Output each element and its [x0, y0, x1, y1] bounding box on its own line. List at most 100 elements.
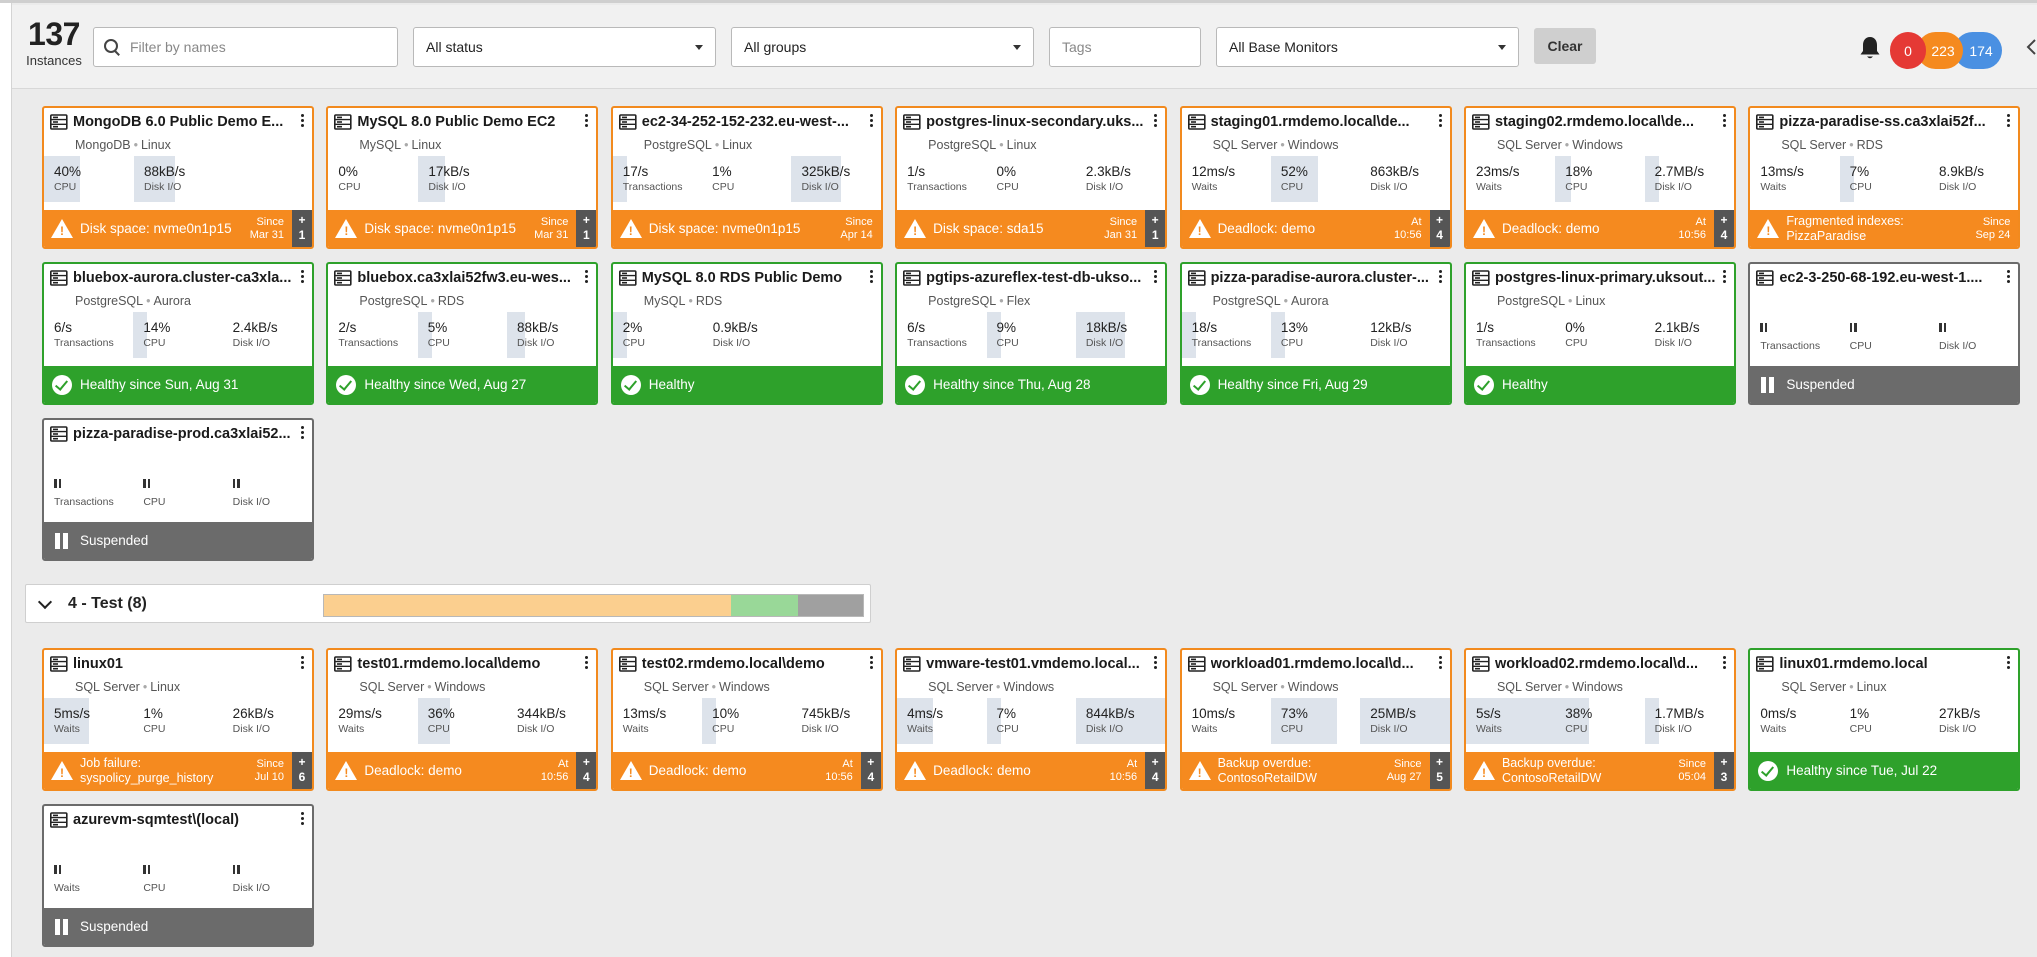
more-options-icon[interactable]	[1438, 114, 1443, 128]
instance-name[interactable]: staging02.rmdemo.local\de...	[1495, 114, 1694, 130]
status-bar[interactable]: Healthy since Thu, Aug 28	[897, 366, 1166, 403]
status-bar[interactable]: ! Disk space: nvme0n1p15 Since Mar 31 +1	[44, 210, 312, 247]
status-bar[interactable]: ! Job failure: syspolicy_purge_history Sinc…	[44, 752, 312, 789]
instance-name[interactable]: linux01	[73, 656, 123, 672]
more-options-icon[interactable]	[2007, 656, 2011, 670]
more-options-icon[interactable]	[1722, 656, 1727, 670]
more-options-icon[interactable]	[2007, 114, 2011, 128]
more-alerts-button[interactable]: +4	[1429, 210, 1450, 247]
instance-card[interactable]: workload01.rmdemo.local\d... SQL Server • W…	[1179, 648, 1452, 791]
instance-card[interactable]: pgtips-azureflex-test-db-ukso... PostgreS…	[895, 262, 1168, 405]
status-bar[interactable]: ! Deadlock: demo At 10:56 +4	[1465, 210, 1734, 247]
more-options-icon[interactable]	[1722, 270, 1727, 284]
instance-name[interactable]: vmware-test01.vmdemo.local...	[926, 656, 1140, 672]
instance-name[interactable]: test02.rmdemo.local\demo	[642, 656, 825, 672]
status-bar[interactable]: ! Disk space: nvme0n1p15 Since Apr 14	[612, 210, 881, 247]
instance-name[interactable]: pizza-paradise-prod.ca3xlai52...	[73, 426, 291, 442]
more-options-icon[interactable]	[869, 656, 874, 670]
status-bar[interactable]: Healthy since Sun, Aug 31	[44, 366, 312, 403]
instance-card[interactable]: linux01.rmdemo.local SQL Server • Linux 0ms/…	[1748, 648, 2021, 791]
clear-button[interactable]: Clear	[1534, 28, 1596, 64]
more-options-icon[interactable]	[301, 812, 305, 826]
status-bar[interactable]: Healthy	[1465, 366, 1734, 403]
more-alerts-button[interactable]: +4	[1145, 752, 1166, 789]
more-options-icon[interactable]	[869, 270, 874, 284]
tags-input[interactable]: Tags	[1049, 27, 1201, 67]
more-alerts-button[interactable]: +5	[1429, 752, 1450, 789]
instance-card[interactable]: MySQL 8.0 Public Demo EC2 MySQL • Linux 0% CP…	[326, 106, 599, 249]
more-options-icon[interactable]	[585, 114, 589, 128]
instance-name[interactable]: MongoDB 6.0 Public Demo E...	[73, 114, 283, 130]
instance-card[interactable]: pizza-paradise-ss.ca3xlai52f... SQL Serve…	[1748, 106, 2021, 249]
bell-icon[interactable]	[1858, 35, 1882, 61]
groups-select[interactable]: All groups	[731, 27, 1034, 67]
instance-card[interactable]: test01.rmdemo.local\demo SQL Server • Windo…	[326, 648, 599, 791]
instance-card[interactable]: pizza-paradise-aurora.cluster-... Postgre…	[1179, 262, 1452, 405]
status-bar[interactable]: Suspended	[1750, 366, 2019, 403]
status-bar[interactable]: ! Deadlock: demo At 10:56 +4	[1181, 210, 1450, 247]
status-bar[interactable]: Healthy	[612, 366, 881, 403]
instance-name[interactable]: azurevm-sqmtest\(local)	[73, 812, 239, 828]
instance-card[interactable]: postgres-linux-secondary.uks... PostgreSQ…	[895, 106, 1168, 249]
instance-name[interactable]: ec2-34-252-152-232.eu-west-...	[642, 114, 849, 130]
instance-card[interactable]: linux01 SQL Server • Linux 5ms/s Waits 1% CPU 26…	[42, 648, 314, 791]
more-options-icon[interactable]	[2007, 270, 2011, 284]
more-options-icon[interactable]	[1154, 656, 1158, 670]
more-alerts-button[interactable]: +1	[292, 210, 312, 247]
status-bar[interactable]: ! Disk space: nvme0n1p15 Since Mar 31 +1	[328, 210, 597, 247]
more-alerts-button[interactable]: +4	[576, 752, 597, 789]
status-select[interactable]: All status	[413, 27, 716, 67]
instance-card[interactable]: MongoDB 6.0 Public Demo E... MongoDB • Linu…	[42, 106, 314, 249]
instance-name[interactable]: MySQL 8.0 RDS Public Demo	[642, 270, 842, 286]
instance-card[interactable]: ec2-34-252-152-232.eu-west-... PostgreSQL…	[610, 106, 883, 249]
instance-name[interactable]: workload02.rmdemo.local\d...	[1495, 656, 1698, 672]
status-bar[interactable]: Healthy since Wed, Aug 27	[328, 366, 597, 403]
chevron-down-icon[interactable]	[37, 594, 53, 610]
instance-card[interactable]: bluebox-aurora.cluster-ca3xla... PostgreS…	[42, 262, 314, 405]
status-bar[interactable]: Suspended	[44, 522, 312, 559]
status-bar[interactable]: ! Fragmented indexes: PizzaParadise Since Se…	[1750, 210, 2019, 247]
instance-card[interactable]: postgres-linux-primary.uksout... PostgreS…	[1463, 262, 1736, 405]
instance-card[interactable]: staging01.rmdemo.local\de... SQL Server • W…	[1179, 106, 1452, 249]
more-alerts-button[interactable]: +4	[1713, 210, 1734, 247]
instance-name[interactable]: workload01.rmdemo.local\d...	[1211, 656, 1414, 672]
status-bar[interactable]: ! Deadlock: demo At 10:56 +4	[612, 752, 881, 789]
instance-name[interactable]: postgres-linux-primary.uksout...	[1495, 270, 1716, 286]
more-options-icon[interactable]	[301, 426, 305, 440]
more-options-icon[interactable]	[1722, 114, 1727, 128]
more-options-icon[interactable]	[301, 114, 305, 128]
instance-name[interactable]: MySQL 8.0 Public Demo EC2	[357, 114, 555, 130]
status-bar[interactable]: Healthy since Fri, Aug 29	[1181, 366, 1450, 403]
instance-name[interactable]: ec2-3-250-68-192.eu-west-1....	[1779, 270, 1982, 286]
group-header-test[interactable]: 4 - Test (8)	[25, 584, 871, 623]
instance-card[interactable]: pizza-paradise-prod.ca3xlai52... Transact…	[42, 418, 314, 561]
instance-card[interactable]: ec2-3-250-68-192.eu-west-1.... Transactio…	[1748, 262, 2021, 405]
more-options-icon[interactable]	[869, 114, 874, 128]
status-bar[interactable]: ! Deadlock: demo At 10:56 +4	[328, 752, 597, 789]
more-options-icon[interactable]	[301, 270, 305, 284]
instance-name[interactable]: test01.rmdemo.local\demo	[357, 656, 540, 672]
more-alerts-button[interactable]: +1	[576, 210, 597, 247]
filter-input[interactable]: Filter by names	[93, 27, 398, 67]
more-options-icon[interactable]	[1154, 270, 1158, 284]
more-options-icon[interactable]	[585, 270, 589, 284]
instance-card[interactable]: bluebox.ca3xlai52fw3.eu-wes... PostgreSQL…	[326, 262, 599, 405]
instance-card[interactable]: test02.rmdemo.local\demo SQL Server • Windo…	[610, 648, 883, 791]
status-bar[interactable]: ! Backup overdue: ContosoRetailDW Since 05:0…	[1465, 752, 1734, 789]
status-bar[interactable]: ! Disk space: sda15 Since Jan 31 +1	[897, 210, 1166, 247]
status-bar[interactable]: ! Deadlock: demo At 10:56 +4	[897, 752, 1166, 789]
more-alerts-button[interactable]: +1	[1145, 210, 1166, 247]
instance-name[interactable]: staging01.rmdemo.local\de...	[1211, 114, 1410, 130]
instance-name[interactable]: pizza-paradise-ss.ca3xlai52f...	[1779, 114, 1985, 130]
base-monitors-select[interactable]: All Base Monitors	[1216, 27, 1519, 67]
instance-name[interactable]: bluebox-aurora.cluster-ca3xla...	[73, 270, 291, 286]
status-bar[interactable]: ! Backup overdue: ContosoRetailDW Since Aug …	[1181, 752, 1450, 789]
instance-card[interactable]: staging02.rmdemo.local\de... SQL Server • W…	[1463, 106, 1736, 249]
more-options-icon[interactable]	[1154, 114, 1158, 128]
more-alerts-button[interactable]: +6	[292, 752, 312, 789]
chevron-left-icon[interactable]	[2024, 37, 2037, 57]
instance-card[interactable]: workload02.rmdemo.local\d... SQL Server • W…	[1463, 648, 1736, 791]
more-options-icon[interactable]	[301, 656, 305, 670]
more-alerts-button[interactable]: +4	[860, 752, 881, 789]
instance-name[interactable]: pizza-paradise-aurora.cluster-...	[1211, 270, 1429, 286]
